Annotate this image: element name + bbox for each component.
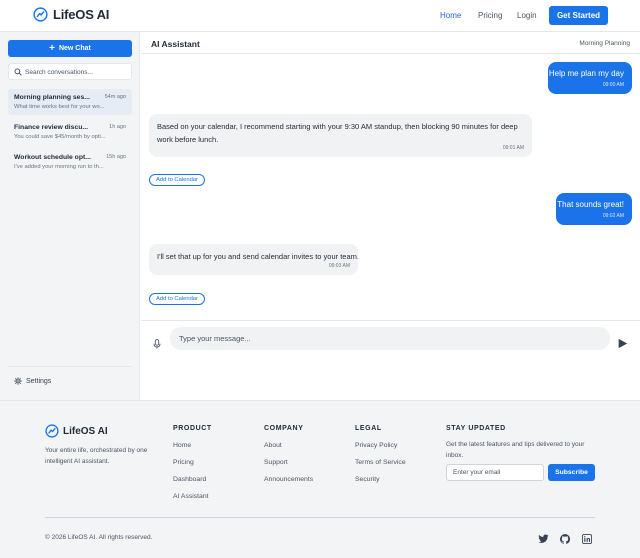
logo-icon	[45, 424, 59, 438]
footer-link-terms[interactable]: Terms of Service	[355, 459, 406, 466]
message-time: 09:02 AM	[602, 213, 624, 219]
microphone-icon[interactable]	[153, 339, 161, 349]
footer-link-ai-assistant[interactable]: AI Assistant	[173, 493, 209, 500]
footer-link-about[interactable]: About	[264, 442, 282, 449]
footer-link-pricing[interactable]: Pricing	[173, 459, 194, 466]
footer-link-home[interactable]: Home	[173, 442, 191, 449]
search-conversations	[8, 63, 132, 80]
footer-legal-heading: LEGAL	[355, 425, 382, 432]
brand-name: LifeOS AI	[53, 7, 110, 22]
github-icon[interactable]	[560, 534, 570, 544]
footer-link-announcements[interactable]: Announcements	[264, 476, 313, 483]
footer-logo[interactable]: LifeOS AI	[45, 424, 108, 438]
conversation-time: 1h ago	[109, 124, 126, 130]
conversation-preview: You could save $45/month by opti...	[14, 134, 106, 140]
gear-icon	[14, 377, 22, 385]
assistant-message: Based on your calendar, I recommend star…	[149, 114, 532, 157]
subscribe-button[interactable]: Subscribe	[548, 464, 595, 481]
search-icon	[14, 68, 22, 76]
newsletter-heading: STAY UPDATED	[446, 425, 506, 432]
new-chat-label: New Chat	[58, 45, 91, 52]
conversation-title: Finance review discu...	[14, 124, 89, 131]
conversation-time: 15h ago	[106, 154, 126, 160]
message-time: 09:01 AM	[502, 145, 524, 151]
get-started-button[interactable]: Get Started	[549, 6, 608, 25]
logo-icon	[33, 7, 48, 22]
footer-link-dashboard[interactable]: Dashboard	[173, 476, 206, 483]
chat-header: AI Assistant Morning Planning	[141, 32, 640, 54]
conversation-preview: I've added your morning run to th...	[14, 164, 104, 170]
footer-link-privacy[interactable]: Privacy Policy	[355, 442, 397, 449]
footer: LifeOS AI Your entire life, orchestrated…	[0, 400, 640, 558]
nav-home-link[interactable]: Home	[440, 11, 461, 20]
message-input[interactable]	[170, 327, 610, 350]
newsletter-description: Get the latest features and tips deliver…	[446, 441, 585, 459]
sidebar: + New Chat Morning planning ses... 54m a…	[0, 32, 140, 400]
footer-divider	[45, 517, 595, 518]
assistant-message: I'll set that up for you and send calend…	[149, 244, 359, 275]
user-message: Help me plan my day 09:00 AM	[548, 62, 632, 94]
settings-link[interactable]: Settings	[14, 377, 51, 385]
conversation-item[interactable]: Morning planning ses... 54m ago What tim…	[8, 89, 132, 115]
conversation-item[interactable]: Workout schedule opt... 15h ago I've add…	[8, 149, 132, 175]
copyright-text: © 2026 LifeOS AI. All rights reserved.	[45, 534, 153, 541]
message-text: I'll set that up for you and send calend…	[157, 252, 359, 261]
footer-product-heading: PRODUCT	[173, 425, 212, 432]
footer-tagline: Your entire life, orchestrated by one in…	[45, 447, 148, 465]
newsletter-email-input[interactable]	[446, 464, 544, 481]
top-navbar: LifeOS AI Home Pricing Login Get Started	[0, 0, 640, 32]
chat-title: AI Assistant	[151, 39, 200, 49]
chat-subtitle: Morning Planning	[579, 40, 630, 47]
send-icon[interactable]	[617, 338, 628, 349]
message-text: Help me plan my day	[548, 69, 624, 78]
add-to-calendar-button[interactable]: Add to Calendar	[149, 293, 205, 305]
nav-pricing-link[interactable]: Pricing	[478, 11, 502, 20]
new-chat-button[interactable]: + New Chat	[8, 40, 132, 57]
footer-link-security[interactable]: Security	[355, 476, 380, 483]
settings-label: Settings	[26, 377, 52, 385]
footer-company-heading: COMPANY	[264, 425, 304, 432]
brand-logo[interactable]: LifeOS AI	[33, 7, 109, 22]
message-time: 09:00 AM	[602, 82, 624, 88]
user-message: That sounds great! 09:02 AM	[556, 193, 632, 225]
nav-login-link[interactable]: Login	[517, 11, 537, 20]
sidebar-divider	[8, 366, 132, 367]
twitter-icon[interactable]	[538, 534, 549, 544]
footer-brand-name: LifeOS AI	[63, 425, 108, 437]
message-text: That sounds great!	[557, 200, 624, 209]
conversation-title: Workout schedule opt...	[14, 154, 91, 161]
conversation-time: 54m ago	[104, 94, 126, 100]
conversation-item[interactable]: Finance review discu... 1h ago You could…	[8, 119, 132, 145]
linkedin-icon[interactable]	[582, 534, 592, 544]
add-to-calendar-button[interactable]: Add to Calendar	[149, 174, 205, 186]
search-input[interactable]	[25, 66, 129, 78]
message-time: 09:03 AM	[328, 263, 350, 269]
plus-icon: +	[49, 42, 55, 54]
message-text: Based on your calendar, I recommend star…	[157, 122, 518, 144]
conversation-title: Morning planning ses...	[14, 94, 90, 101]
message-composer	[141, 320, 640, 400]
conversation-preview: What time works best for your wo...	[14, 104, 105, 110]
footer-link-support[interactable]: Support	[264, 459, 288, 466]
